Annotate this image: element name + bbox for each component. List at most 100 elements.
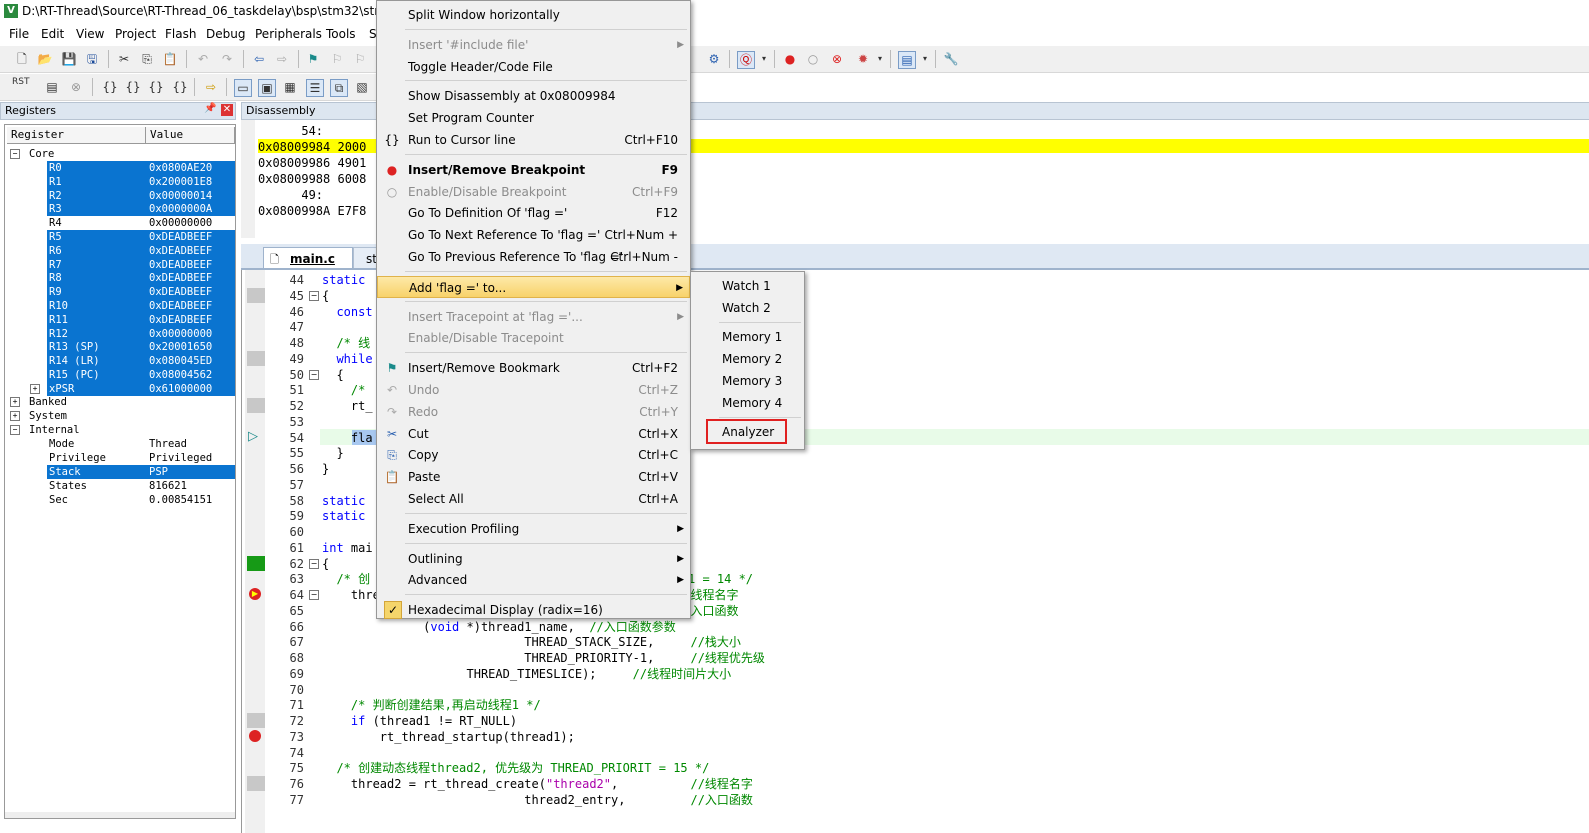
register-row[interactable]: R1 0x200001E8: [5, 174, 235, 189]
tab-main-c[interactable]: 🗋 main.c: [263, 247, 353, 268]
new-file-icon[interactable]: 🗋: [14, 51, 30, 67]
code-line[interactable]: /* 线: [322, 335, 370, 351]
register-value[interactable]: 0x20001650: [149, 340, 212, 354]
menu-item-insert-remove-breakpoint[interactable]: ● Insert/Remove Breakpoint F9: [377, 159, 690, 181]
code-line[interactable]: if (thread1 != RT_NULL): [322, 713, 517, 729]
menu-item-enable-disable-tracepoint[interactable]: Enable/Disable Tracepoint: [377, 327, 690, 349]
register-row[interactable]: Mode Thread: [5, 437, 235, 451]
symbols-window-icon[interactable]: ▦: [282, 79, 298, 95]
run-to-cursor-icon[interactable]: {}: [172, 79, 188, 95]
chevron-down-icon[interactable]: ▾: [872, 51, 888, 67]
breakpoint-pc-icon[interactable]: ▶: [249, 588, 261, 600]
menu-edit[interactable]: Edit: [41, 27, 64, 41]
bookmark-icon[interactable]: ⚑: [305, 51, 321, 67]
register-value[interactable]: Privileged: [149, 451, 212, 465]
register-row[interactable]: Stack PSP: [5, 465, 235, 479]
expander-icon[interactable]: −: [10, 425, 20, 435]
register-row[interactable]: R5 0xDEADBEEF: [5, 230, 235, 244]
register-value[interactable]: 0x0000000A: [149, 202, 212, 216]
nav-back-icon[interactable]: ⇦: [251, 51, 267, 67]
step-over-icon[interactable]: {}: [125, 79, 141, 95]
menu-item-cut[interactable]: ✂ Cut Ctrl+X: [377, 423, 690, 445]
code-line[interactable]: static: [322, 272, 373, 288]
menu-item-redo[interactable]: ↷ Redo Ctrl+Y: [377, 401, 690, 423]
register-value[interactable]: 0x00000000: [149, 216, 212, 230]
chevron-down-icon[interactable]: ▾: [756, 51, 772, 67]
code-line[interactable]: /*: [322, 382, 365, 398]
menu-item-insert-include-file[interactable]: Insert '#include file' ▶: [377, 34, 690, 56]
kill-breakpoints-icon[interactable]: ✹: [855, 51, 871, 67]
register-row[interactable]: R3 0x0000000A: [5, 202, 235, 217]
disassembly-line[interactable]: 49:: [258, 187, 323, 203]
register-row[interactable]: R10 0xDEADBEEF: [5, 299, 235, 313]
menu-item-enable-disable-breakpoint[interactable]: ○ Enable/Disable Breakpoint Ctrl+F9: [377, 181, 690, 203]
menu-item-go-to-definition-of-flag[interactable]: Go To Definition Of 'flag =' F12: [377, 202, 690, 224]
next-bookmark-icon[interactable]: ⚐: [352, 51, 368, 67]
menu-flash[interactable]: Flash: [165, 27, 196, 41]
register-value[interactable]: 0x0800AE20: [149, 161, 212, 175]
register-row[interactable]: R13 (SP) 0x20001650: [5, 340, 235, 355]
registers-window-icon[interactable]: ☰: [306, 79, 324, 97]
submenu-memory-1[interactable]: Memory 1: [691, 326, 804, 348]
code-line[interactable]: fla: [322, 430, 373, 446]
step-out-icon[interactable]: {}: [148, 79, 164, 95]
menu-item-split-window-horizontally[interactable]: Split Window horizontally: [377, 4, 690, 26]
register-group-core[interactable]: − Core: [5, 147, 235, 161]
register-value[interactable]: 0x61000000: [149, 382, 212, 396]
register-value[interactable]: 0.00854151: [149, 493, 212, 507]
menu-item-copy[interactable]: ⎘ Copy Ctrl+C: [377, 444, 690, 466]
register-value[interactable]: 0xDEADBEEF: [149, 285, 212, 299]
register-row[interactable]: R4 0x00000000: [5, 216, 235, 230]
register-value[interactable]: 0xDEADBEEF: [149, 313, 212, 327]
code-line[interactable]: THREAD_PRIORITY-1, //线程优先级: [322, 650, 765, 666]
disassembly-line[interactable]: 0x08009988 6008: [258, 171, 366, 187]
menu-peripherals[interactable]: Peripherals: [255, 27, 322, 41]
menu-item-go-to-next-reference-to-flag[interactable]: Go To Next Reference To 'flag =' Ctrl+Num…: [377, 224, 690, 246]
menu-item-run-to-cursor-line[interactable]: {} Run to Cursor line Ctrl+F10: [377, 129, 690, 151]
register-value[interactable]: 0x00000014: [149, 189, 212, 203]
step-into-icon[interactable]: {}: [102, 79, 118, 95]
register-value[interactable]: 0xDEADBEEF: [149, 230, 212, 244]
register-value[interactable]: Thread: [149, 437, 187, 451]
code-line[interactable]: {: [322, 556, 329, 572]
code-line[interactable]: }: [322, 445, 343, 461]
code-line[interactable]: thread2 = rt_thread_create("thread2", //…: [322, 776, 753, 792]
register-row[interactable]: R14 (LR) 0x080045ED: [5, 354, 235, 369]
expander-icon[interactable]: −: [10, 149, 20, 159]
insert-breakpoint-icon[interactable]: ●: [782, 51, 798, 67]
menu-item-paste[interactable]: 📋 Paste Ctrl+V: [377, 466, 690, 488]
disassembly-window-icon[interactable]: ▣: [258, 79, 276, 97]
register-row[interactable]: R2 0x00000014: [5, 188, 235, 203]
prev-bookmark-icon[interactable]: ⚐: [329, 51, 345, 67]
enable-breakpoint-icon[interactable]: ○: [805, 51, 821, 67]
save-icon[interactable]: 💾: [61, 51, 77, 67]
menu-item-undo[interactable]: ↶ Undo Ctrl+Z: [377, 379, 690, 401]
register-value[interactable]: 0xDEADBEEF: [149, 271, 212, 285]
register-group-system[interactable]: + System: [5, 409, 235, 423]
fold-icon[interactable]: −: [309, 290, 319, 301]
register-row[interactable]: R15 (PC) 0x08004562: [5, 368, 235, 382]
register-value[interactable]: 0xDEADBEEF: [149, 258, 212, 272]
debug-session-icon[interactable]: Ⓠ: [737, 51, 755, 69]
paste-icon[interactable]: 📋: [162, 51, 178, 67]
submenu-watch-2[interactable]: Watch 2: [691, 297, 804, 319]
code-line[interactable]: thread2_entry, //入口函数: [322, 792, 753, 808]
show-next-statement-icon[interactable]: ⇨: [203, 79, 219, 95]
chevron-down-icon[interactable]: ▾: [917, 51, 933, 67]
register-value[interactable]: 0x00000000: [149, 327, 212, 341]
menu-item-go-to-previous-reference-to-flag[interactable]: Go To Previous Reference To 'flag =' Ctrl…: [377, 246, 690, 268]
disassembly-line[interactable]: 0x08009984 2000: [258, 139, 366, 155]
register-row[interactable]: R8 0xDEADBEEF: [5, 271, 235, 286]
register-value[interactable]: 0xDEADBEEF: [149, 299, 212, 313]
configure-wrench-icon[interactable]: 🔧: [943, 51, 959, 67]
fold-icon[interactable]: −: [309, 369, 319, 380]
call-stack-icon[interactable]: ⧉: [330, 79, 348, 97]
menu-item-outlining[interactable]: Outlining ▶: [377, 548, 690, 570]
cut-icon[interactable]: ✂: [116, 51, 132, 67]
code-line[interactable]: {: [322, 288, 329, 304]
code-line[interactable]: rt_: [322, 398, 373, 414]
register-value[interactable]: PSP: [149, 465, 168, 479]
expander-icon[interactable]: +: [30, 383, 40, 394]
register-value[interactable]: 0x200001E8: [149, 175, 212, 189]
menu-item-advanced[interactable]: Advanced ▶: [377, 569, 690, 591]
